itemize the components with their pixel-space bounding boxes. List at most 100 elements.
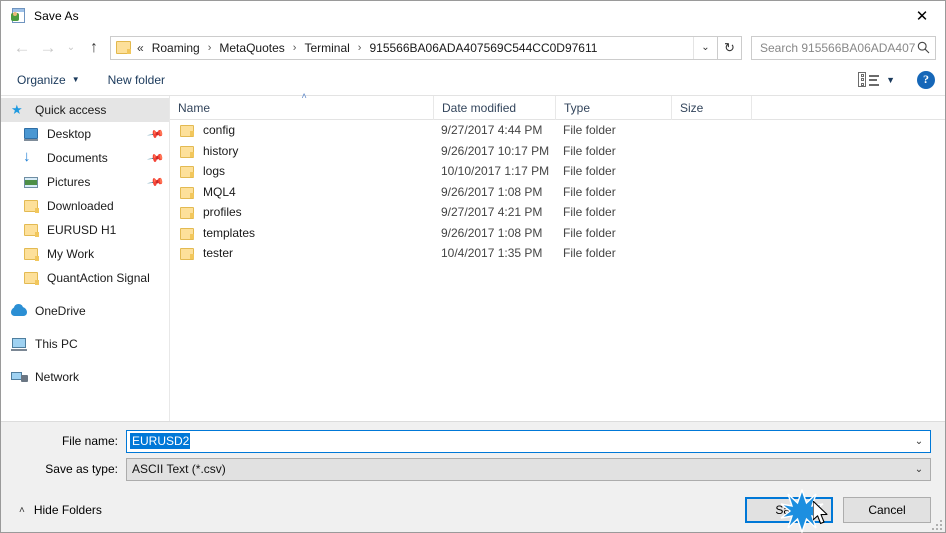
sidebar-item-label: Downloaded [47, 199, 114, 213]
change-view-icon[interactable] [858, 71, 880, 88]
file-name: profiles [203, 205, 242, 220]
back-icon[interactable]: ← [9, 35, 35, 61]
file-date: 9/27/2017 4:44 PM [441, 123, 543, 138]
sidebar-item-downloaded[interactable]: Downloaded [1, 194, 169, 218]
chevron-down-icon[interactable]: ▼ [886, 75, 895, 85]
folder-icon [179, 185, 195, 199]
column-header-name[interactable]: ˄ Name [170, 91, 433, 120]
table-row[interactable]: history 9/26/2017 10:17 PM File folder [170, 141, 945, 162]
sidebar-item-label: QuantAction Signal [47, 271, 150, 285]
chevron-down-icon[interactable]: ⌄ [908, 459, 930, 480]
hide-folders-button[interactable]: ˄ Hide Folders [11, 503, 102, 517]
table-row[interactable]: profiles 9/27/2017 4:21 PM File folder [170, 202, 945, 223]
save-as-type-select[interactable]: ASCII Text (*.csv) ⌄ [126, 457, 931, 481]
breadcrumb-overflow-icon[interactable]: « [136, 41, 151, 55]
pin-icon: 📌 [146, 125, 165, 144]
file-name: tester [203, 246, 234, 261]
column-header-type[interactable]: Type [555, 95, 671, 120]
refresh-icon[interactable]: ↻ [718, 35, 742, 60]
command-toolbar: Organize ▼ New folder ▼ ? [1, 64, 945, 96]
file-type: File folder [563, 123, 616, 138]
sidebar-item-eurusd-h1[interactable]: EURUSD H1 [1, 218, 169, 242]
up-one-level-icon[interactable]: ↑ [81, 35, 107, 61]
folder-icon [23, 198, 40, 214]
forward-icon[interactable]: → [35, 35, 61, 61]
file-name: templates [203, 225, 256, 240]
breadcrumb-roaming[interactable]: Roaming [151, 41, 201, 55]
recent-locations-icon[interactable]: ⌄ [61, 35, 81, 61]
onedrive-cloud-icon [11, 303, 28, 319]
search-placeholder: Search 915566BA06ADA40756... [760, 40, 915, 55]
file-name-input[interactable]: EURUSD2 ⌄ [126, 429, 931, 453]
chevron-down-icon[interactable]: ⌄ [908, 431, 930, 452]
file-date: 10/10/2017 1:17 PM [441, 164, 550, 179]
file-type: File folder [563, 205, 616, 220]
breadcrumb-terminal-id[interactable]: 915566BA06ADA407569C544CC0D97611 [368, 41, 598, 55]
sidebar-item-label: OneDrive [35, 304, 86, 318]
dialog-footer: ˄ Hide Folders Save Cancel [1, 488, 945, 532]
save-as-type-row: Save as type: ASCII Text (*.csv) ⌄ [1, 457, 945, 481]
sidebar-item-quick-access[interactable]: ★ Quick access [1, 98, 169, 122]
search-input[interactable]: Search 915566BA06ADA40756... [751, 35, 936, 60]
file-name: MQL4 [203, 184, 236, 199]
cancel-button[interactable]: Cancel [843, 497, 931, 523]
column-label: Name [178, 100, 211, 115]
sidebar-item-this-pc[interactable]: This PC [1, 332, 169, 356]
close-icon[interactable]: ✕ [899, 1, 945, 31]
save-button[interactable]: Save [745, 497, 833, 523]
address-bar[interactable]: « Roaming › MetaQuotes › Terminal › 9155… [110, 35, 718, 60]
sidebar-item-documents[interactable]: ↓ Documents 📌 [1, 146, 169, 170]
column-header-date-modified[interactable]: Date modified [433, 95, 555, 120]
chevron-right-icon: › [207, 41, 212, 54]
resize-grip[interactable] [930, 518, 942, 530]
table-row[interactable]: tester 10/4/2017 1:35 PM File folder [170, 243, 945, 264]
folder-icon [23, 222, 40, 238]
sidebar-item-onedrive[interactable]: OneDrive [1, 299, 169, 323]
sidebar-item-quantaction-signal[interactable]: QuantAction Signal [1, 266, 169, 290]
address-dropdown-icon[interactable]: ⌄ [693, 36, 717, 59]
navigation-bar: ← → ⌄ ↑ « Roaming › MetaQuotes › Termina… [1, 31, 945, 64]
new-folder-button[interactable]: New folder [108, 73, 165, 87]
table-row[interactable]: templates 9/26/2017 1:08 PM File folder [170, 223, 945, 244]
save-as-type-value: ASCII Text (*.csv) [132, 462, 226, 476]
pin-icon: 📌 [146, 149, 165, 168]
organize-button[interactable]: Organize ▼ [17, 73, 80, 87]
column-header-size[interactable]: Size [671, 95, 751, 120]
table-row[interactable]: logs 10/10/2017 1:17 PM File folder [170, 161, 945, 182]
chevron-up-icon: ˄ [19, 504, 25, 516]
sidebar-item-network[interactable]: Network [1, 365, 169, 389]
table-row[interactable]: config 9/27/2017 4:44 PM File folder [170, 120, 945, 141]
hide-folders-label: Hide Folders [33, 503, 102, 517]
folder-icon [179, 144, 195, 158]
sidebar-item-label: Network [35, 370, 80, 384]
breadcrumb-metaquotes[interactable]: MetaQuotes [218, 41, 285, 55]
table-row[interactable]: MQL4 9/26/2017 1:08 PM File folder [170, 182, 945, 203]
sidebar-item-label: My Work [47, 247, 95, 261]
chevron-right-icon: › [292, 41, 297, 54]
sidebar-item-my-work[interactable]: My Work [1, 242, 169, 266]
file-name-row: File name: EURUSD2 ⌄ [1, 429, 945, 453]
sidebar-item-label: Quick access [35, 103, 107, 117]
sidebar-item-desktop[interactable]: Desktop 📌 [1, 122, 169, 146]
save-form: File name: EURUSD2 ⌄ Save as type: ASCII… [1, 422, 945, 488]
pin-icon: 📌 [146, 173, 165, 192]
sidebar-item-pictures[interactable]: Pictures 📌 [1, 170, 169, 194]
file-name-value: EURUSD2 [130, 433, 191, 449]
file-type: File folder [563, 164, 616, 179]
file-rows: config 9/27/2017 4:44 PM File folder his… [170, 120, 945, 421]
file-date: 9/26/2017 1:08 PM [441, 184, 543, 199]
chevron-right-icon: › [357, 41, 362, 54]
breadcrumb-terminal[interactable]: Terminal [303, 41, 350, 55]
save-as-dialog: Save As ✕ ← → ⌄ ↑ « Roaming › MetaQuotes… [0, 0, 946, 533]
folder-icon [116, 41, 131, 54]
file-list: ˄ Name Date modified Type Size config 9/… [170, 91, 945, 421]
search-icon [915, 41, 931, 54]
file-name: config [203, 123, 236, 138]
sidebar-item-label: Pictures [47, 175, 91, 189]
this-pc-icon [11, 336, 28, 352]
dialog-buttons: Save Cancel [745, 497, 931, 523]
sidebar-item-label: Desktop [47, 127, 92, 141]
title-bar: Save As ✕ [1, 1, 945, 31]
help-icon[interactable]: ? [917, 70, 935, 89]
